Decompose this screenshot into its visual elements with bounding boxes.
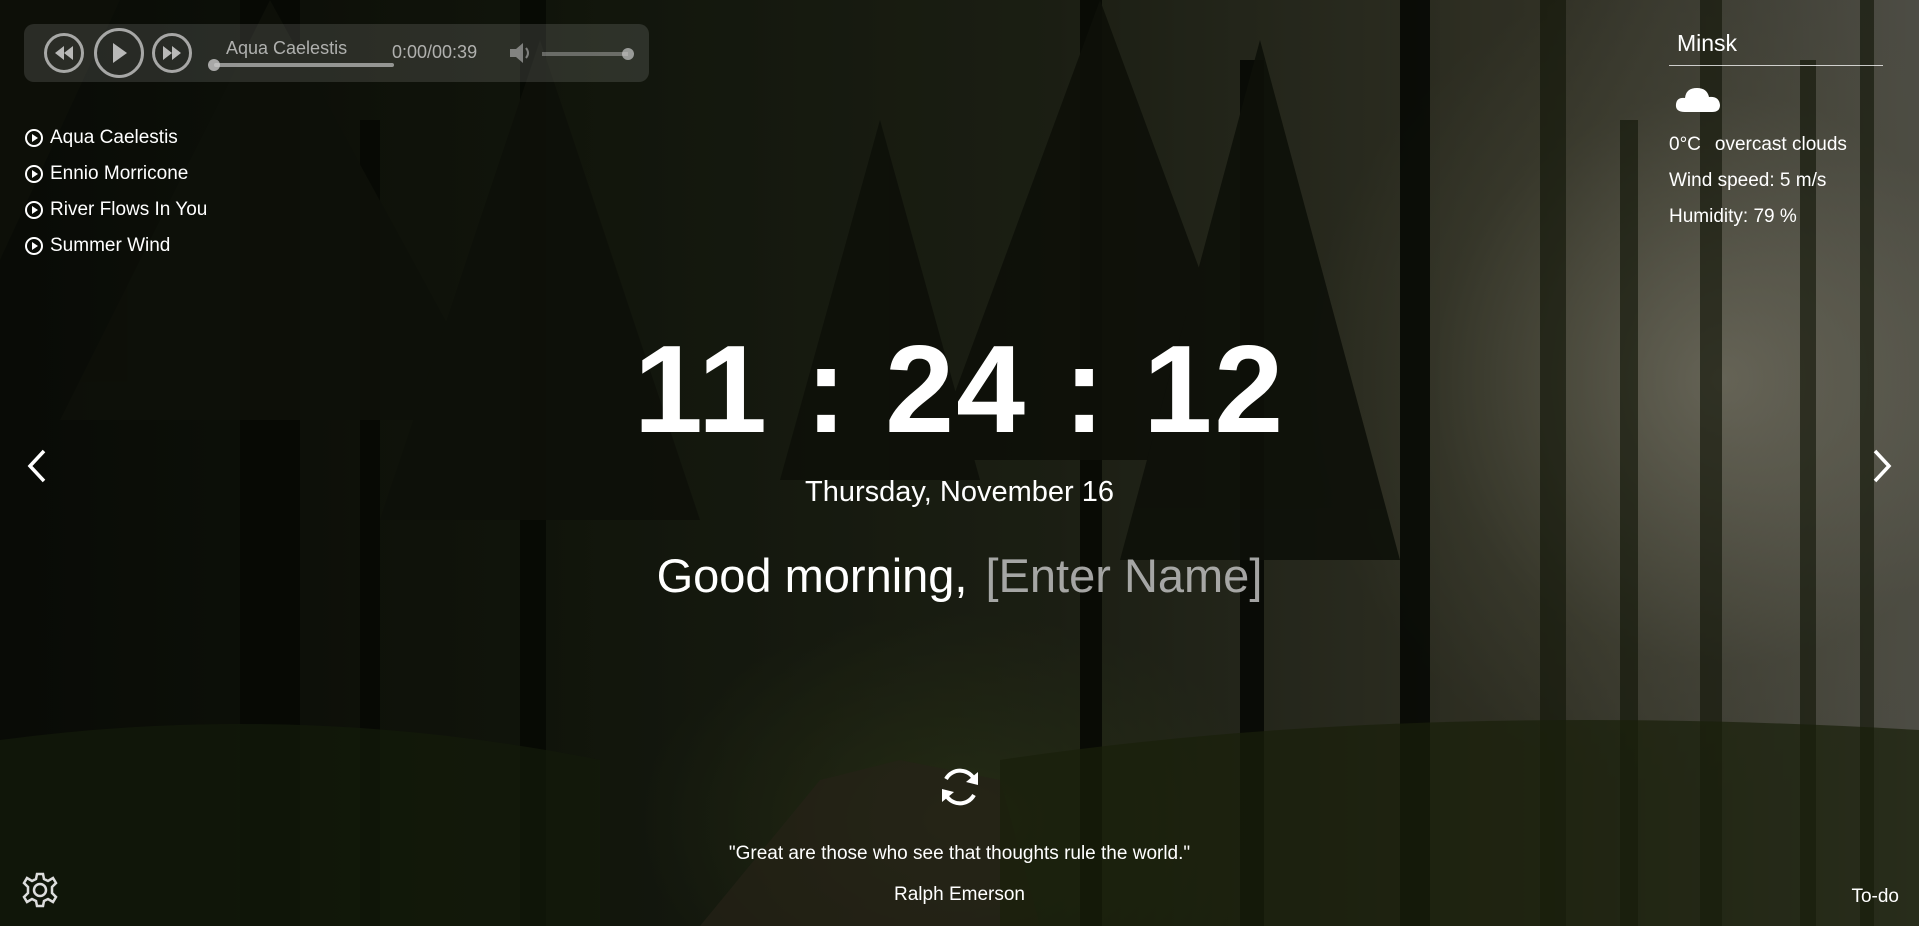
greeting-text: Good morning, bbox=[656, 549, 968, 602]
name-input[interactable]: [Enter Name] bbox=[986, 549, 1263, 602]
settings-button[interactable] bbox=[20, 870, 60, 910]
greeting: Good morning, [Enter Name] bbox=[0, 548, 1919, 603]
playlist-item[interactable]: Summer Wind bbox=[24, 228, 207, 264]
progress-bar[interactable] bbox=[208, 59, 394, 71]
temperature: 0°C bbox=[1669, 134, 1701, 155]
weather-description: overcast clouds bbox=[1714, 134, 1847, 155]
playlist-item-label: Ennio Morricone bbox=[50, 163, 189, 184]
quote-text: "Great are those who see that thoughts r… bbox=[728, 843, 1191, 864]
play-icon bbox=[113, 43, 127, 63]
rewind-icon bbox=[55, 46, 73, 60]
play-circle-icon bbox=[24, 164, 44, 184]
playlist-item-label: River Flows In You bbox=[50, 199, 208, 220]
refresh-quote-button[interactable] bbox=[937, 764, 983, 810]
volume-icon[interactable] bbox=[510, 43, 534, 68]
previous-track-button[interactable] bbox=[44, 33, 84, 73]
play-button[interactable] bbox=[94, 28, 144, 78]
track-time: 0:00/00:39 bbox=[392, 42, 478, 62]
fast-forward-icon bbox=[163, 46, 181, 60]
volume-handle[interactable] bbox=[622, 48, 634, 60]
clock: 11 : 24 : 12 bbox=[633, 321, 1286, 459]
city-input[interactable]: Minsk bbox=[1669, 26, 1883, 66]
volume-slider[interactable] bbox=[542, 48, 634, 60]
refresh-icon bbox=[942, 768, 978, 806]
next-track-button[interactable] bbox=[152, 33, 192, 73]
weather-widget: Minsk 0°C overcast clouds Wind speed: 5 m… bbox=[1669, 26, 1883, 228]
progress-handle[interactable] bbox=[208, 59, 220, 71]
audio-player: Aqua Caelestis 0:00/00:39 bbox=[24, 24, 649, 82]
play-circle-icon bbox=[24, 128, 44, 148]
playlist-item-label: Summer Wind bbox=[50, 235, 171, 256]
playlist: Aqua Caelestis Ennio Morricone River Flo… bbox=[24, 120, 207, 264]
playlist-item[interactable]: Ennio Morricone bbox=[24, 156, 207, 192]
play-circle-icon bbox=[24, 200, 44, 220]
play-circle-icon bbox=[24, 236, 44, 256]
playlist-item[interactable]: River Flows In You bbox=[24, 192, 207, 228]
todo-button[interactable]: To-do bbox=[1851, 886, 1899, 908]
current-track-title: Aqua Caelestis bbox=[226, 38, 348, 58]
humidity: Humidity: 79 % bbox=[1669, 206, 1797, 227]
cloud-icon bbox=[1673, 80, 1883, 120]
playlist-item[interactable]: Aqua Caelestis bbox=[24, 120, 207, 156]
gear-icon bbox=[22, 872, 58, 908]
playlist-item-label: Aqua Caelestis bbox=[50, 127, 178, 148]
quote-author: Ralph Emerson bbox=[894, 884, 1025, 905]
wind-speed: Wind speed: 5 m/s bbox=[1669, 170, 1827, 191]
date: Thursday, November 16 bbox=[805, 476, 1114, 508]
